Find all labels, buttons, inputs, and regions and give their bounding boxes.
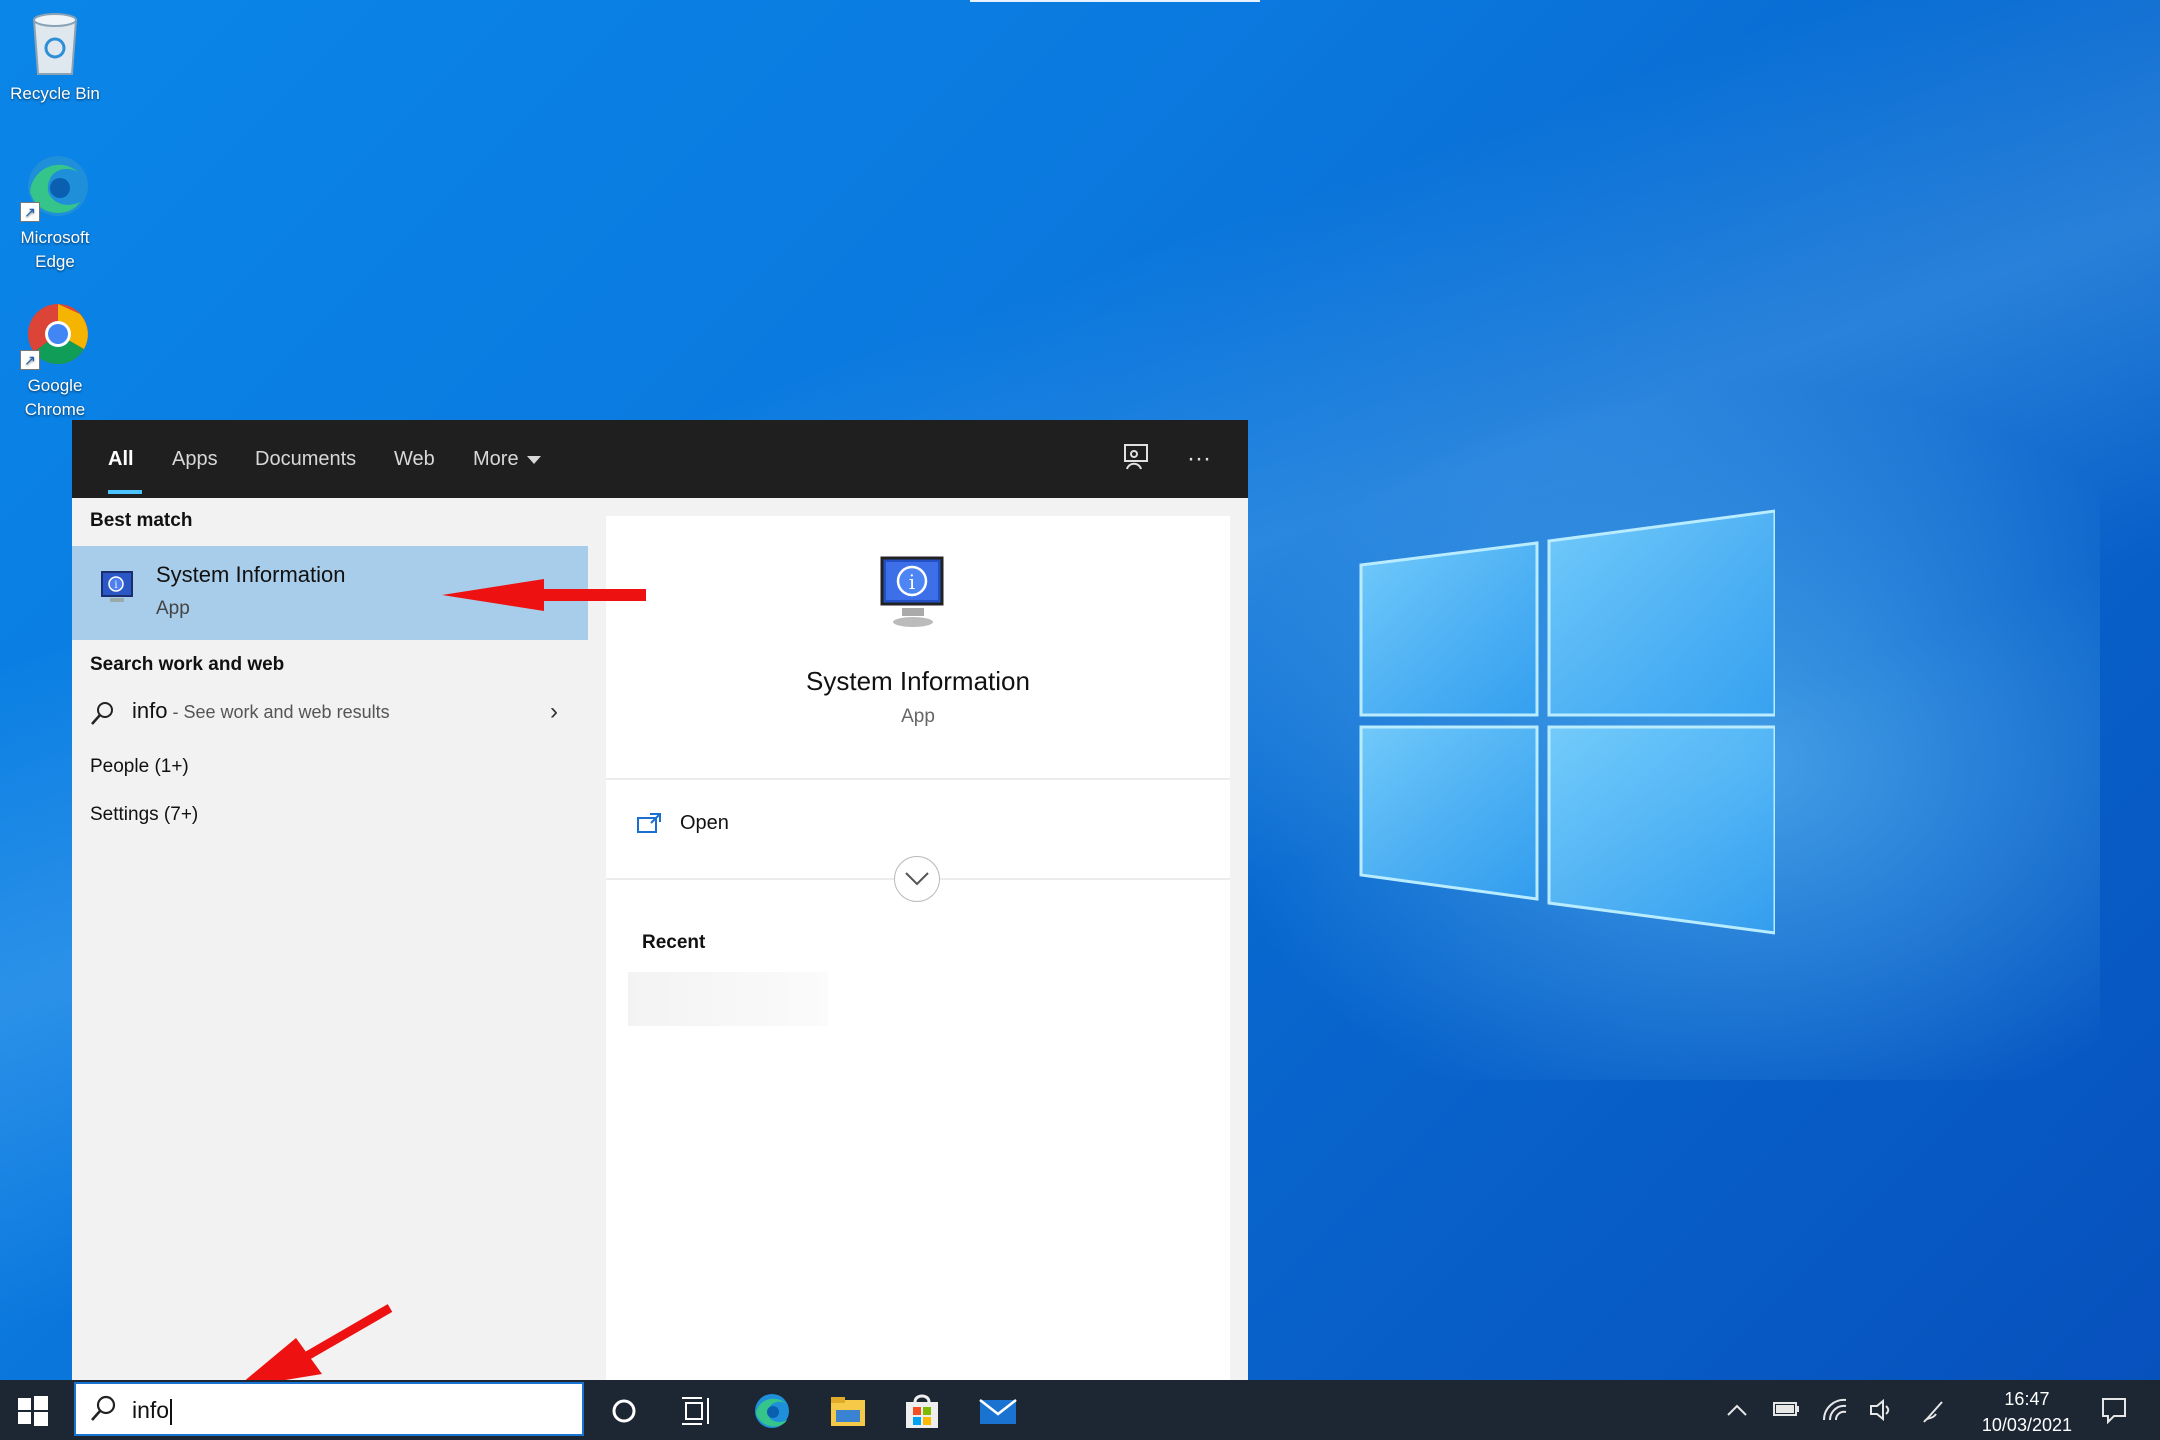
desktop-icon-label: Recycle Bin (10, 84, 100, 103)
chrome-icon: ↗ (20, 300, 90, 370)
system-information-icon: i (101, 571, 133, 602)
open-label: Open (680, 812, 729, 834)
tab-apps[interactable]: Apps (172, 444, 218, 474)
expand-chevron-down-icon[interactable] (894, 856, 940, 902)
recent-heading: Recent (642, 932, 706, 953)
desktop-icon-label: Microsoft Edge (20, 228, 90, 271)
svg-text:i: i (909, 570, 915, 594)
text-cursor (170, 1398, 173, 1425)
cortana-icon[interactable] (604, 1392, 644, 1430)
recycle-bin-icon (20, 8, 90, 78)
shortcut-arrow-icon: ↗ (20, 202, 40, 222)
divider (606, 778, 1230, 780)
best-match-title: System Information (156, 562, 346, 587)
desktop-icon-google-chrome[interactable]: ↗ Google Chrome (0, 300, 110, 422)
mail-icon[interactable] (978, 1392, 1018, 1430)
web-search-suggestion[interactable]: info - See work and web results › (72, 690, 588, 734)
notification-center-icon[interactable] (2100, 1396, 2128, 1424)
tab-documents[interactable]: Documents (255, 444, 356, 474)
shortcut-arrow-icon: ↗ (20, 350, 40, 370)
search-panel: All Apps Documents Web More ··· Best mat… (72, 420, 1248, 1380)
annotation-arrow-icon (442, 579, 646, 611)
desktop-icon-microsoft-edge[interactable]: ↗ Microsoft Edge (0, 152, 110, 274)
preview-title: System Information (806, 666, 1030, 696)
more-options-icon[interactable]: ··· (1182, 442, 1216, 476)
feedback-icon[interactable] (1119, 442, 1153, 476)
tab-web[interactable]: Web (394, 444, 435, 474)
top-edge-highlight (970, 0, 1260, 2)
tab-more-label: More (473, 448, 519, 470)
battery-icon[interactable] (1772, 1398, 1799, 1424)
search-query-text: info (132, 1397, 173, 1425)
desktop-icon-recycle-bin[interactable]: Recycle Bin (0, 8, 110, 106)
search-query-value: info (132, 1397, 170, 1423)
taskbar: info 16:47 10/03/2021 (0, 1380, 2160, 1440)
system-information-large-icon: i (880, 556, 944, 627)
clock-time: 16:47 (2004, 1389, 2050, 1409)
active-tab-indicator (108, 490, 142, 494)
pen-ink-icon[interactable] (1922, 1398, 1948, 1424)
file-explorer-icon[interactable] (828, 1392, 868, 1430)
preview-subtitle: App (901, 706, 935, 727)
web-search-suffix: - See work and web results (167, 702, 390, 722)
best-match-subtitle: App (156, 598, 190, 619)
tab-more[interactable]: More (473, 444, 541, 474)
search-icon (91, 702, 113, 725)
recent-item-placeholder (628, 972, 828, 1026)
volume-icon[interactable] (1868, 1398, 1894, 1424)
windows-start-icon[interactable] (16, 1394, 50, 1428)
edge-taskbar-icon[interactable] (752, 1392, 792, 1430)
search-filter-bar: All Apps Documents Web More ··· (72, 420, 1248, 498)
preview-pane: i System Information App Open Recent (606, 516, 1230, 1380)
svg-text:i: i (114, 580, 117, 591)
clock-date: 10/03/2021 (1981, 1415, 2072, 1435)
search-icon (91, 1395, 116, 1421)
best-match-heading: Best match (90, 510, 193, 531)
windows-wallpaper-logo (1359, 509, 1775, 935)
network-icon[interactable] (1822, 1398, 1848, 1424)
category-people[interactable]: People (1+) (90, 756, 189, 778)
system-clock[interactable]: 16:47 10/03/2021 (1982, 1386, 2072, 1438)
taskbar-search-input[interactable]: info (74, 1382, 584, 1436)
tab-all[interactable]: All (108, 444, 134, 474)
web-search-text: info - See work and web results (132, 698, 390, 724)
search-work-web-heading: Search work and web (90, 654, 285, 675)
open-window-icon (637, 813, 661, 833)
category-settings[interactable]: Settings (7+) (90, 804, 198, 826)
annotation-arrow-icon (236, 1304, 393, 1388)
chevron-up-icon[interactable] (1724, 1398, 1750, 1424)
microsoft-store-icon[interactable] (902, 1392, 942, 1430)
web-search-query: info (132, 698, 168, 723)
chevron-right-icon[interactable]: › (550, 698, 558, 726)
task-view-icon[interactable] (676, 1392, 716, 1430)
caret-down-icon (526, 455, 541, 464)
results-list: Best match i System Information App Sear… (72, 498, 588, 1380)
desktop-icon-label: Google Chrome (24, 376, 86, 419)
edge-icon: ↗ (20, 152, 90, 222)
